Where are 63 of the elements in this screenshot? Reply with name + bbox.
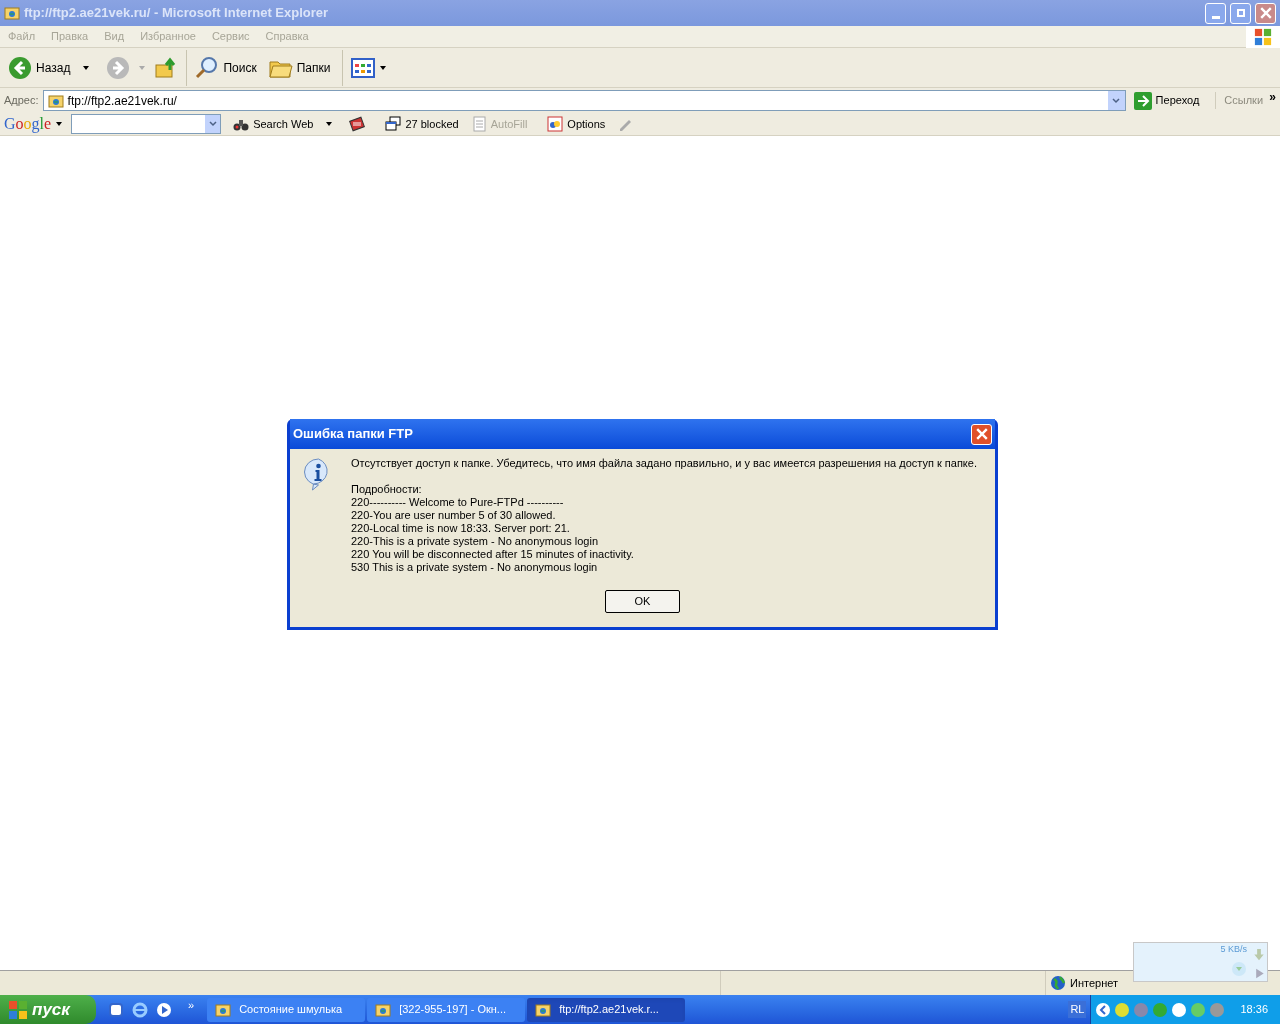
clock: 18:36 [1240, 1002, 1268, 1018]
window-title: ftp://ftp2.ae21vek.ru/ - Microsoft Internet Explorer [24, 4, 329, 23]
close-icon [1259, 7, 1272, 19]
popup-blocker-button[interactable]: 27 blocked [385, 115, 459, 133]
go-button[interactable]: Переход [1129, 91, 1204, 110]
detail-line: 220-You are user number 5 of 30 allowed. [351, 509, 557, 522]
options-button[interactable]: Options [547, 115, 606, 133]
browser-e-icon[interactable] [132, 1001, 148, 1018]
detail-line: 220-Local time is now 18:33. Server port: 21. [351, 522, 571, 535]
caret-icon [325, 120, 334, 128]
language-indicator[interactable]: RL [1068, 1001, 1087, 1018]
views-icon [351, 57, 376, 78]
media-play-icon[interactable] [156, 1001, 172, 1018]
search-button[interactable]: Поиск [186, 49, 261, 86]
chevron-text[interactable]: » [1269, 87, 1276, 106]
detail-line: 220-This is a private system - No anonymous login [351, 535, 599, 548]
windows-logo-icon [1246, 25, 1280, 48]
google-search-field[interactable] [71, 114, 222, 134]
close-button[interactable] [971, 423, 992, 445]
ftp-folder-icon [4, 5, 20, 21]
search-icon [195, 55, 220, 80]
close-icon [975, 428, 988, 440]
windows-stack-icon [385, 116, 402, 132]
detail-line: Подробности: [351, 483, 423, 496]
caret-icon [55, 120, 64, 128]
minimize-button[interactable] [1205, 2, 1226, 24]
dialog-title: Ошибка папки FTP [293, 425, 414, 444]
detail-line: 220---------- Welcome to Pure-FTPd ---------- [351, 496, 565, 509]
windows-logo-icon [8, 999, 28, 1020]
program-icon [215, 1001, 232, 1018]
go-arrow-icon [1133, 91, 1152, 110]
folders-button[interactable]: Папки [264, 49, 335, 86]
download-globe-icon [1231, 960, 1247, 977]
quick-launch-icon[interactable] [108, 1001, 124, 1018]
caret-icon [379, 63, 388, 72]
error-message: Отсутствует доступ к папке. Убедитесь, что имя файла задано правильно, и у вас имеется разрешения на доступ к папке. [351, 457, 977, 470]
back-button[interactable]: Назад [4, 49, 95, 86]
zone-label: Интернет [1070, 975, 1118, 991]
ftp-folder-icon [47, 92, 64, 109]
ok-button[interactable]: OK [605, 590, 680, 613]
caret-icon [82, 63, 91, 72]
form-icon [470, 116, 487, 132]
links-label[interactable]: Ссылки [1215, 92, 1266, 109]
detail-line: 220 You will be disconnected after 15 minutes of inactivity. [351, 548, 635, 561]
address-label: Адрес: [4, 93, 39, 109]
speed-reading: 5 KB/s [1220, 943, 1247, 956]
address-field[interactable]: ftp://ftp2.ae21vek.ru/ [42, 90, 1126, 111]
close-button[interactable] [1255, 2, 1276, 24]
chevron-text[interactable]: » [188, 997, 195, 1014]
options-icon [547, 116, 564, 132]
program-icon [535, 1001, 552, 1018]
google-logo[interactable]: Google [4, 112, 52, 136]
caret-icon [138, 63, 147, 72]
start-button[interactable]: пуск [0, 995, 96, 1024]
restore-button[interactable] [1230, 2, 1251, 24]
chevron-left-icon[interactable] [1095, 1001, 1112, 1018]
detail-line: 530 This is a private system - No anonymous login [351, 561, 599, 574]
taskbar-button[interactable]: ftp://ftp2.ae21vek.r... [527, 997, 686, 1022]
news-icon[interactable] [349, 116, 366, 132]
taskbar-button[interactable]: Состояние шмулька [207, 997, 366, 1022]
taskbar-button[interactable]: [322-955-197] - Окн... [367, 997, 526, 1022]
program-icon [375, 1001, 392, 1018]
search-web-button[interactable]: Search Web [233, 115, 334, 133]
